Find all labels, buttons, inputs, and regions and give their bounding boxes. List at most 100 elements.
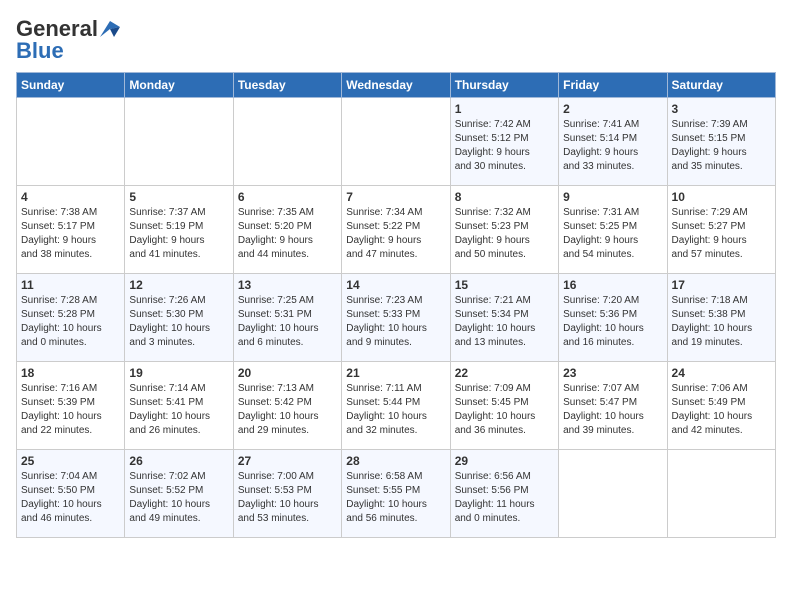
calendar-cell: 7Sunrise: 7:34 AM Sunset: 5:22 PM Daylig… xyxy=(342,186,450,274)
day-number: 21 xyxy=(346,366,445,380)
calendar-cell xyxy=(559,450,667,538)
calendar-week-row: 25 Sunrise: 7:04 AM Sunset: 5:50 PM Dayli… xyxy=(17,450,776,538)
calendar-cell: 9Sunrise: 7:31 AM Sunset: 5:25 PM Daylig… xyxy=(559,186,667,274)
day-info: Sunrise: 7:41 AM Sunset: 5:14 PM Dayligh… xyxy=(563,118,662,174)
day-number: 29 xyxy=(455,454,554,468)
calendar-cell: 17 Sunrise: 7:18 AM Sunset: 5:38 PM Dayli… xyxy=(667,274,775,362)
calendar-cell: 23 Sunrise: 7:07 AM Sunset: 5:47 PM Dayli… xyxy=(559,362,667,450)
calendar-cell xyxy=(667,450,775,538)
day-number: 3 xyxy=(672,102,771,116)
calendar-week-row: 4 Sunrise: 7:38 AM Sunset: 5:17 PM Daylig… xyxy=(17,186,776,274)
weekday-header-cell: Tuesday xyxy=(233,73,341,98)
day-info: Sunrise: 7:35 AM Sunset: 5:20 PM Dayligh… xyxy=(238,206,337,262)
day-info: Sunrise: 7:11 AM Sunset: 5:44 PM Dayligh… xyxy=(346,382,445,438)
day-number: 22 xyxy=(455,366,554,380)
day-info: Sunrise: 7:16 AM Sunset: 5:39 PM Dayligh… xyxy=(21,382,120,438)
weekday-header-cell: Wednesday xyxy=(342,73,450,98)
calendar-cell: 26 Sunrise: 7:02 AM Sunset: 5:52 PM Dayli… xyxy=(125,450,233,538)
calendar-cell: 27 Sunrise: 7:00 AM Sunset: 5:53 PM Dayli… xyxy=(233,450,341,538)
day-info: Sunrise: 7:42 AM Sunset: 5:12 PM Dayligh… xyxy=(455,118,554,174)
calendar-cell: 25 Sunrise: 7:04 AM Sunset: 5:50 PM Dayli… xyxy=(17,450,125,538)
calendar-cell: 24 Sunrise: 7:06 AM Sunset: 5:49 PM Dayli… xyxy=(667,362,775,450)
day-info: Sunrise: 7:32 AM Sunset: 5:23 PM Dayligh… xyxy=(455,206,554,262)
day-info: Sunrise: 7:34 AM Sunset: 5:22 PM Dayligh… xyxy=(346,206,445,262)
calendar-cell: 18Sunrise: 7:16 AM Sunset: 5:39 PM Dayli… xyxy=(17,362,125,450)
day-number: 12 xyxy=(129,278,228,292)
calendar-cell: 12 Sunrise: 7:26 AM Sunset: 5:30 PM Dayli… xyxy=(125,274,233,362)
calendar-cell: 5 Sunrise: 7:37 AM Sunset: 5:19 PM Daylig… xyxy=(125,186,233,274)
day-info: Sunrise: 7:23 AM Sunset: 5:33 PM Dayligh… xyxy=(346,294,445,350)
day-number: 5 xyxy=(129,190,228,204)
day-number: 14 xyxy=(346,278,445,292)
day-number: 17 xyxy=(672,278,771,292)
day-info: Sunrise: 7:18 AM Sunset: 5:38 PM Dayligh… xyxy=(672,294,771,350)
calendar-cell: 2 Sunrise: 7:41 AM Sunset: 5:14 PM Daylig… xyxy=(559,98,667,186)
calendar-week-row: 11 Sunrise: 7:28 AM Sunset: 5:28 PM Dayli… xyxy=(17,274,776,362)
day-info: Sunrise: 7:28 AM Sunset: 5:28 PM Dayligh… xyxy=(21,294,120,350)
day-info: Sunrise: 7:07 AM Sunset: 5:47 PM Dayligh… xyxy=(563,382,662,438)
calendar-cell: 28 Sunrise: 6:58 AM Sunset: 5:55 PM Dayli… xyxy=(342,450,450,538)
day-number: 23 xyxy=(563,366,662,380)
day-info: Sunrise: 7:39 AM Sunset: 5:15 PM Dayligh… xyxy=(672,118,771,174)
day-info: Sunrise: 7:37 AM Sunset: 5:19 PM Dayligh… xyxy=(129,206,228,262)
day-number: 20 xyxy=(238,366,337,380)
day-info: Sunrise: 7:14 AM Sunset: 5:41 PM Dayligh… xyxy=(129,382,228,438)
day-info: Sunrise: 7:31 AM Sunset: 5:25 PM Dayligh… xyxy=(563,206,662,262)
weekday-header-cell: Thursday xyxy=(450,73,558,98)
day-info: Sunrise: 7:21 AM Sunset: 5:34 PM Dayligh… xyxy=(455,294,554,350)
day-info: Sunrise: 6:56 AM Sunset: 5:56 PM Dayligh… xyxy=(455,470,554,526)
calendar-cell: 6 Sunrise: 7:35 AM Sunset: 5:20 PM Daylig… xyxy=(233,186,341,274)
day-info: Sunrise: 7:04 AM Sunset: 5:50 PM Dayligh… xyxy=(21,470,120,526)
day-info: Sunrise: 7:02 AM Sunset: 5:52 PM Dayligh… xyxy=(129,470,228,526)
day-number: 6 xyxy=(238,190,337,204)
day-number: 19 xyxy=(129,366,228,380)
day-number: 25 xyxy=(21,454,120,468)
calendar-cell: 29 Sunrise: 6:56 AM Sunset: 5:56 PM Dayli… xyxy=(450,450,558,538)
day-number: 2 xyxy=(563,102,662,116)
calendar-cell: 21 Sunrise: 7:11 AM Sunset: 5:44 PM Dayli… xyxy=(342,362,450,450)
day-info: Sunrise: 7:20 AM Sunset: 5:36 PM Dayligh… xyxy=(563,294,662,350)
calendar-cell: 20 Sunrise: 7:13 AM Sunset: 5:42 PM Dayli… xyxy=(233,362,341,450)
calendar-cell: 11 Sunrise: 7:28 AM Sunset: 5:28 PM Dayli… xyxy=(17,274,125,362)
day-info: Sunrise: 7:26 AM Sunset: 5:30 PM Dayligh… xyxy=(129,294,228,350)
calendar-cell: 22 Sunrise: 7:09 AM Sunset: 5:45 PM Dayli… xyxy=(450,362,558,450)
calendar-cell: 13Sunrise: 7:25 AM Sunset: 5:31 PM Dayli… xyxy=(233,274,341,362)
day-number: 10 xyxy=(672,190,771,204)
day-number: 27 xyxy=(238,454,337,468)
page-header: General Blue xyxy=(16,16,776,64)
calendar-cell: 10 Sunrise: 7:29 AM Sunset: 5:27 PM Dayli… xyxy=(667,186,775,274)
calendar-cell: 8 Sunrise: 7:32 AM Sunset: 5:23 PM Daylig… xyxy=(450,186,558,274)
calendar-cell: 1 Sunrise: 7:42 AM Sunset: 5:12 PM Daylig… xyxy=(450,98,558,186)
calendar-cell: 3 Sunrise: 7:39 AM Sunset: 5:15 PM Daylig… xyxy=(667,98,775,186)
day-info: Sunrise: 6:58 AM Sunset: 5:55 PM Dayligh… xyxy=(346,470,445,526)
day-number: 26 xyxy=(129,454,228,468)
logo: General Blue xyxy=(16,16,120,64)
day-info: Sunrise: 7:29 AM Sunset: 5:27 PM Dayligh… xyxy=(672,206,771,262)
day-info: Sunrise: 7:13 AM Sunset: 5:42 PM Dayligh… xyxy=(238,382,337,438)
day-info: Sunrise: 7:09 AM Sunset: 5:45 PM Dayligh… xyxy=(455,382,554,438)
day-info: Sunrise: 7:00 AM Sunset: 5:53 PM Dayligh… xyxy=(238,470,337,526)
calendar-cell xyxy=(125,98,233,186)
calendar-cell: 19 Sunrise: 7:14 AM Sunset: 5:41 PM Dayli… xyxy=(125,362,233,450)
day-info: Sunrise: 7:38 AM Sunset: 5:17 PM Dayligh… xyxy=(21,206,120,262)
day-number: 11 xyxy=(21,278,120,292)
day-info: Sunrise: 7:25 AM Sunset: 5:31 PM Dayligh… xyxy=(238,294,337,350)
day-info: Sunrise: 7:06 AM Sunset: 5:49 PM Dayligh… xyxy=(672,382,771,438)
day-number: 8 xyxy=(455,190,554,204)
calendar-cell: 4 Sunrise: 7:38 AM Sunset: 5:17 PM Daylig… xyxy=(17,186,125,274)
weekday-header-cell: Friday xyxy=(559,73,667,98)
calendar-body: 1 Sunrise: 7:42 AM Sunset: 5:12 PM Daylig… xyxy=(17,98,776,538)
day-number: 4 xyxy=(21,190,120,204)
logo-bird-icon xyxy=(100,21,120,37)
day-number: 24 xyxy=(672,366,771,380)
day-number: 1 xyxy=(455,102,554,116)
calendar-cell: 15 Sunrise: 7:21 AM Sunset: 5:34 PM Dayli… xyxy=(450,274,558,362)
day-number: 15 xyxy=(455,278,554,292)
calendar-cell xyxy=(233,98,341,186)
calendar-cell: 14 Sunrise: 7:23 AM Sunset: 5:33 PM Dayli… xyxy=(342,274,450,362)
weekday-header-cell: Saturday xyxy=(667,73,775,98)
weekday-header-cell: Monday xyxy=(125,73,233,98)
calendar-week-row: 1 Sunrise: 7:42 AM Sunset: 5:12 PM Daylig… xyxy=(17,98,776,186)
day-number: 28 xyxy=(346,454,445,468)
calendar-cell: 16Sunrise: 7:20 AM Sunset: 5:36 PM Dayli… xyxy=(559,274,667,362)
